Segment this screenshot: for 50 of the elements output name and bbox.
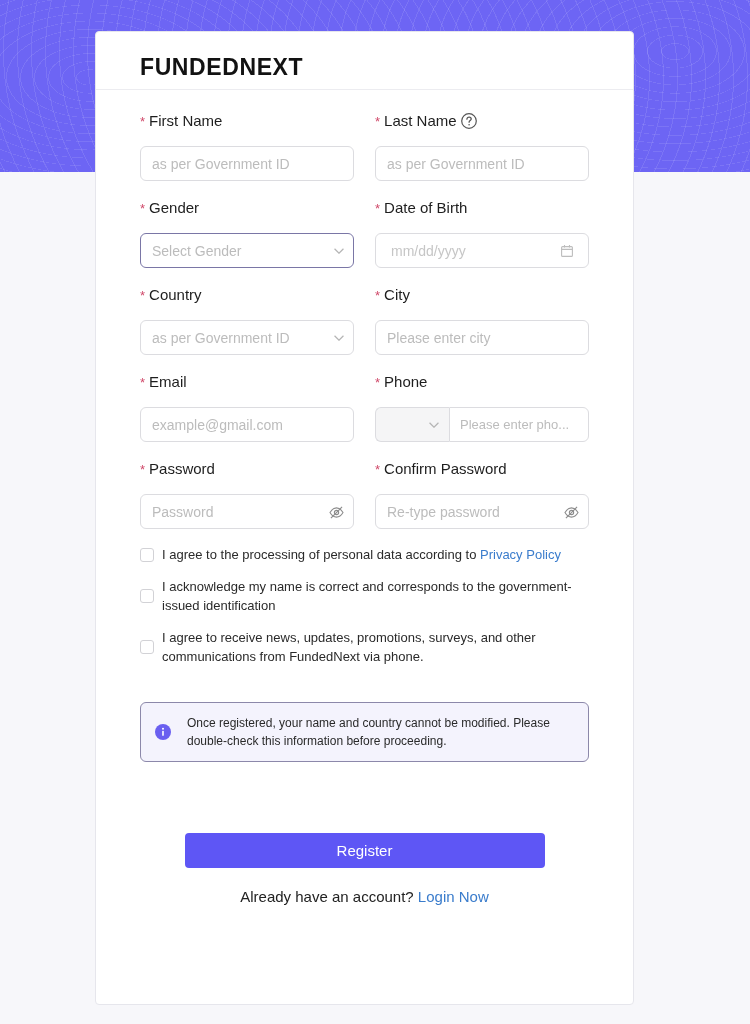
select-field[interactable]: Select Gender <box>140 233 354 268</box>
checkbox[interactable] <box>140 640 154 654</box>
field-label: First Name <box>149 112 223 130</box>
input-field[interactable]: Please enter city <box>375 320 589 355</box>
required-asterisk: * <box>375 461 381 479</box>
checkbox[interactable] <box>140 589 154 603</box>
required-asterisk: * <box>375 200 381 218</box>
chevron-down-icon <box>334 334 344 341</box>
required-asterisk: * <box>140 287 146 305</box>
required-asterisk: * <box>140 200 146 218</box>
required-asterisk: * <box>375 287 381 305</box>
help-icon[interactable] <box>460 113 477 129</box>
field-label: Gender <box>149 199 200 217</box>
field-label: Password <box>149 460 215 478</box>
chevron-down-icon <box>429 421 439 428</box>
field-label: Date of Birth <box>384 199 468 217</box>
required-asterisk: * <box>375 374 381 392</box>
notice-text: Once registered, your name and country cannot be modified. Please double-check this information before proceeding. <box>187 715 551 750</box>
register-button[interactable]: Register <box>184 833 545 868</box>
logo-wordmark: FUNDEDNEXT <box>140 54 304 79</box>
password-field[interactable]: Re-type password <box>375 494 589 529</box>
required-asterisk: * <box>140 113 146 131</box>
field-label: Country <box>149 286 202 304</box>
consent-text: I acknowledge my name is correct and corresponds to the government-issued identification <box>162 578 573 615</box>
field-label: City <box>384 286 410 304</box>
eye-slash-icon[interactable] <box>564 505 579 519</box>
required-asterisk: * <box>140 374 146 392</box>
calendar-icon[interactable] <box>561 244 573 257</box>
consent-text: I agree to the processing of personal data according to Privacy Policy <box>162 546 561 564</box>
info-icon <box>155 724 171 740</box>
required-asterisk: * <box>140 461 146 479</box>
required-asterisk: * <box>375 113 381 131</box>
country-code-select[interactable] <box>375 407 449 442</box>
field-label: Phone <box>384 373 428 391</box>
login-link[interactable]: Login Now <box>417 888 489 905</box>
checkbox[interactable] <box>140 547 154 562</box>
consent-text: I agree to receive news, updates, promotions, surveys, and other communications from FundedNext via phone. <box>162 629 537 666</box>
field-label: Email <box>149 373 187 391</box>
input-field[interactable]: as per Government ID <box>140 146 354 181</box>
date-field[interactable]: mm/dd/yyyy <box>375 233 589 268</box>
field-label: Last Name <box>384 112 457 130</box>
phone-field[interactable]: Please enter pho... <box>449 407 589 442</box>
chevron-down-icon <box>334 247 344 254</box>
field-label: Confirm Password <box>384 460 507 478</box>
login-prompt: Already have an account? Login Now <box>239 888 490 906</box>
eye-slash-icon[interactable] <box>329 505 344 519</box>
privacy-policy-link[interactable]: Privacy Policy <box>480 547 561 562</box>
input-field[interactable]: as per Government ID <box>375 146 589 181</box>
password-field[interactable]: Password <box>140 494 354 529</box>
input-field[interactable]: example@gmail.com <box>140 407 354 442</box>
